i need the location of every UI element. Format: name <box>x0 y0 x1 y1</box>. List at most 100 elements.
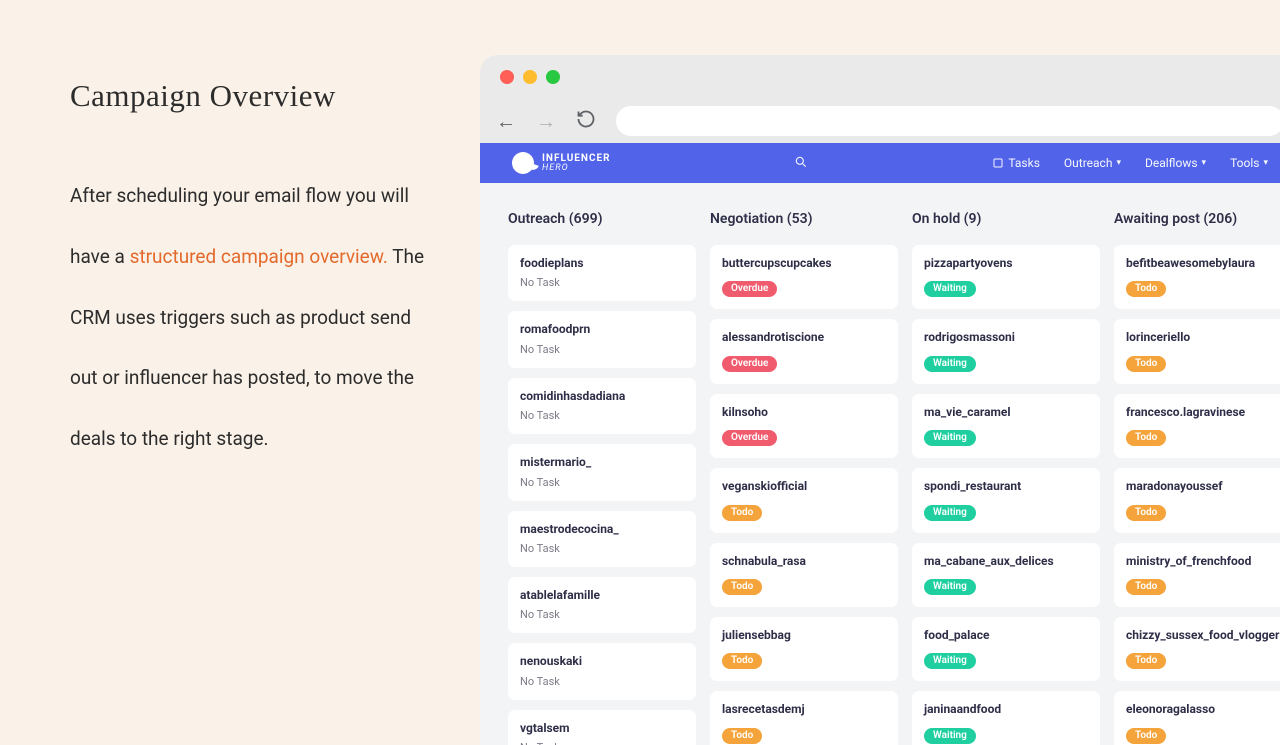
browser-window: ← → INFLUENCER HERO Tasks Outreach ▾ Dea… <box>480 55 1280 745</box>
card-name: francesco.lagravinese <box>1126 405 1280 419</box>
close-icon[interactable] <box>500 70 514 84</box>
brand-logo-icon <box>512 152 534 174</box>
deal-card[interactable]: lorincerielloTodo <box>1114 319 1280 383</box>
card-name: alessandrotiscione <box>722 330 886 344</box>
deal-card[interactable]: comidinhasdadiana No Task <box>508 378 696 434</box>
url-field[interactable] <box>616 106 1280 136</box>
status-badge: Todo <box>1126 281 1166 297</box>
status-badge: Waiting <box>924 505 976 521</box>
app-navbar: INFLUENCER HERO Tasks Outreach ▾ Dealflo… <box>480 143 1280 183</box>
card-status-text: No Task <box>520 276 684 289</box>
card-name: spondi_restaurant <box>924 479 1088 493</box>
status-badge: Waiting <box>924 356 976 372</box>
nav-dealflows[interactable]: Dealflows ▾ <box>1145 156 1206 170</box>
forward-icon[interactable]: → <box>536 109 556 134</box>
status-badge: Todo <box>1126 728 1166 744</box>
deal-card[interactable]: eleonoragalasso Todo <box>1114 691 1280 745</box>
deal-card[interactable]: schnabula_rasa Todo <box>710 543 898 607</box>
page-title: Campaign Overview <box>70 78 440 114</box>
deal-card[interactable]: ma_vie_caramelWaiting <box>912 394 1100 458</box>
card-name: atablelafamille <box>520 588 684 602</box>
card-status-text: No Task <box>520 409 684 422</box>
card-name: foodieplans <box>520 256 684 270</box>
card-name: schnabula_rasa <box>722 554 886 568</box>
card-name: maradonayoussef <box>1126 479 1280 493</box>
kanban-board: Outreach (699)foodieplansNo Taskromafood… <box>480 183 1280 745</box>
deal-card[interactable]: nenouskakiNo Task <box>508 643 696 699</box>
card-status-text: No Task <box>520 675 684 688</box>
deal-card[interactable]: janinaandfood Waiting <box>912 691 1100 745</box>
deal-card[interactable]: chizzy_sussex_food_vlogger Todo <box>1114 617 1280 681</box>
minimize-icon[interactable] <box>523 70 537 84</box>
column-title: Negotiation (53) <box>710 211 898 227</box>
card-name: lorinceriello <box>1126 330 1280 344</box>
nav-outreach[interactable]: Outreach ▾ <box>1064 156 1121 170</box>
column-title: Outreach (699) <box>508 211 696 227</box>
deal-card[interactable]: mistermario_ No Task <box>508 444 696 500</box>
deal-card[interactable]: atablelafamille No Task <box>508 577 696 633</box>
deal-card[interactable]: romafoodprnNo Task <box>508 311 696 367</box>
status-badge: Waiting <box>924 728 976 744</box>
status-badge: Todo <box>722 579 762 595</box>
deal-card[interactable]: vgtalsemNo Task <box>508 710 696 745</box>
deal-card[interactable]: spondi_restaurant Waiting <box>912 468 1100 532</box>
chevron-down-icon: ▾ <box>1263 158 1268 168</box>
status-badge: Todo <box>1126 653 1166 669</box>
brand[interactable]: INFLUENCER HERO <box>512 152 611 174</box>
deal-card[interactable]: foodieplans No Task <box>508 245 696 301</box>
column-title: Awaiting post (206) <box>1114 211 1280 227</box>
search-icon[interactable] <box>794 155 808 172</box>
card-name: ministry_of_frenchfood <box>1126 554 1280 568</box>
card-status-text: No Task <box>520 542 684 555</box>
deal-card[interactable]: buttercupscupcakesOverdue <box>710 245 898 309</box>
card-name: rodrigosmassoni <box>924 330 1088 344</box>
card-name: ma_cabane_aux_delices <box>924 554 1088 568</box>
nav-tasks[interactable]: Tasks <box>992 156 1040 170</box>
status-badge: Todo <box>1126 430 1166 446</box>
deal-card[interactable]: maestrodecocina_ No Task <box>508 511 696 567</box>
deal-card[interactable]: food_palaceWaiting <box>912 617 1100 681</box>
deal-card[interactable]: alessandrotiscioneOverdue <box>710 319 898 383</box>
card-name: juliensebbag <box>722 628 886 642</box>
card-status-text: No Task <box>520 476 684 489</box>
card-status-text: No Task <box>520 343 684 356</box>
card-name: eleonoragalasso <box>1126 702 1280 716</box>
deal-card[interactable]: ministry_of_frenchfood Todo <box>1114 543 1280 607</box>
nav-outreach-label: Outreach <box>1064 156 1113 170</box>
deal-card[interactable]: befitbeawesomebylaura Todo <box>1114 245 1280 309</box>
body-post: The CRM uses triggers such as product se… <box>70 245 424 450</box>
card-name: buttercupscupcakes <box>722 256 886 270</box>
body-highlight: structured campaign overview. <box>130 245 388 268</box>
card-name: mistermario_ <box>520 455 684 469</box>
marketing-copy: Campaign Overview After scheduling your … <box>70 78 440 470</box>
deal-card[interactable]: pizzapartyovensWaiting <box>912 245 1100 309</box>
deal-card[interactable]: lasrecetasdemjTodo <box>710 691 898 745</box>
status-badge: Todo <box>1126 579 1166 595</box>
card-name: comidinhasdadiana <box>520 389 684 403</box>
deal-card[interactable]: rodrigosmassoni Waiting <box>912 319 1100 383</box>
deal-card[interactable]: maradonayoussef Todo <box>1114 468 1280 532</box>
kanban-column: On hold (9)pizzapartyovensWaitingrodrigo… <box>912 211 1100 745</box>
card-name: vgtalsem <box>520 721 684 735</box>
back-icon[interactable]: ← <box>496 109 516 134</box>
card-name: chizzy_sussex_food_vlogger <box>1126 628 1280 642</box>
deal-card[interactable]: francesco.lagravinese Todo <box>1114 394 1280 458</box>
maximize-icon[interactable] <box>546 70 560 84</box>
deal-card[interactable]: kilnsohoOverdue <box>710 394 898 458</box>
card-name: befitbeawesomebylaura <box>1126 256 1280 270</box>
status-badge: Todo <box>722 728 762 744</box>
deal-card[interactable]: ma_cabane_aux_delicesWaiting <box>912 543 1100 607</box>
card-name: janinaandfood <box>924 702 1088 716</box>
status-badge: Waiting <box>924 281 976 297</box>
card-name: maestrodecocina_ <box>520 522 684 536</box>
card-name: food_palace <box>924 628 1088 642</box>
status-badge: Todo <box>1126 505 1166 521</box>
browser-toolbar: ← → <box>480 99 1280 143</box>
status-badge: Overdue <box>722 430 777 446</box>
deal-card[interactable]: veganskiofficialTodo <box>710 468 898 532</box>
window-title-bar <box>480 55 1280 99</box>
deal-card[interactable]: juliensebbagTodo <box>710 617 898 681</box>
nav-tools[interactable]: Tools ▾ <box>1230 156 1268 170</box>
refresh-icon[interactable] <box>576 109 596 133</box>
card-status-text: No Task <box>520 608 684 621</box>
